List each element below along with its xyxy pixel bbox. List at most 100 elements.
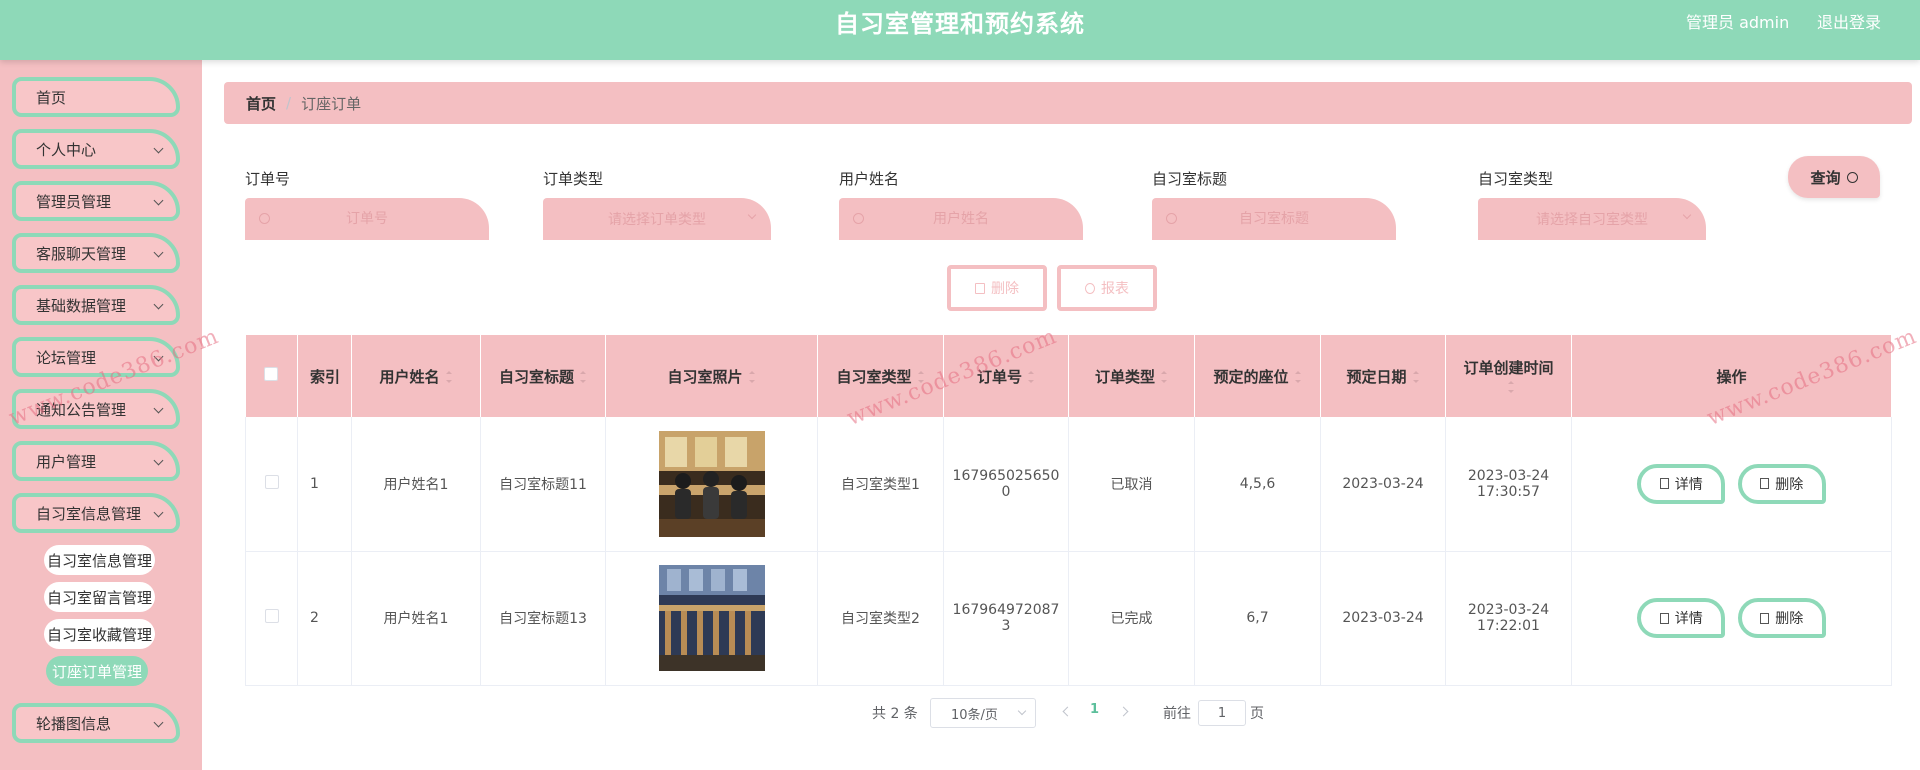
logout-link[interactable]: 退出登录: [1817, 9, 1881, 33]
cell-order-no: 1679650256500: [943, 417, 1069, 552]
chevron-down-icon: [153, 299, 164, 310]
chevron-down-icon: [153, 717, 164, 728]
sort-icon[interactable]: [1294, 371, 1302, 383]
sidebar-item-forum[interactable]: 论坛管理: [12, 337, 180, 377]
page-unit-label: 页: [1250, 706, 1264, 722]
sidebar-subitem-room-messages[interactable]: 自习室留言管理: [44, 582, 156, 612]
chevron-down-icon: [1682, 210, 1692, 220]
sort-icon[interactable]: [1508, 381, 1515, 393]
prev-page-icon[interactable]: [1062, 706, 1073, 717]
sidebar-item-label: 轮播图信息: [36, 714, 112, 733]
chevron-down-icon: [1017, 706, 1027, 716]
row-checkbox[interactable]: [264, 609, 279, 623]
sidebar-item-home[interactable]: 首页: [12, 77, 180, 117]
table-row: 2 用户姓名1 自习室标题13 自习室类型2 1679649720873 已完成…: [245, 551, 1892, 686]
breadcrumb: 首页 / 订座订单: [224, 82, 1912, 124]
batch-delete-button[interactable]: 删除: [947, 265, 1047, 311]
sidebar-item-label: 论坛管理: [36, 348, 97, 367]
next-page-icon[interactable]: [1118, 706, 1129, 717]
cell-index: 1: [297, 417, 352, 552]
detail-button[interactable]: 详情: [1637, 463, 1726, 504]
filter-label-order-no: 订单号: [245, 170, 291, 188]
sort-icon[interactable]: [1028, 371, 1035, 383]
order-no-input[interactable]: [245, 198, 489, 240]
cell-user: 用户姓名1: [351, 417, 481, 552]
room-title-field[interactable]: [1152, 211, 1396, 227]
query-button[interactable]: 查询: [1788, 156, 1880, 198]
page-size-select[interactable]: 10条/页: [930, 698, 1036, 728]
admin-label: 管理员 admin: [1686, 13, 1790, 32]
user-name-field[interactable]: [839, 211, 1083, 227]
filter-label-order-type: 订单类型: [543, 170, 604, 188]
page-size-label: 10条/页: [951, 707, 998, 723]
sort-icon[interactable]: [445, 371, 453, 383]
document-icon: [1659, 612, 1669, 624]
sidebar-subitem-seat-orders[interactable]: 订座订单管理: [46, 656, 149, 686]
col-header-seats[interactable]: 预定的座位: [1194, 335, 1321, 417]
user-name-input[interactable]: [839, 198, 1083, 240]
sidebar-item-users[interactable]: 用户管理: [12, 441, 180, 481]
sort-icon[interactable]: [1412, 371, 1420, 383]
chevron-down-icon: [153, 403, 164, 414]
col-header-user[interactable]: 用户姓名: [351, 335, 481, 417]
sidebar: 首页 个人中心 管理员管理 客服聊天管理 基础数据管理 论坛管理 通知公告管理 …: [0, 60, 202, 770]
chevron-down-icon: [153, 195, 164, 206]
sort-icon[interactable]: [748, 371, 756, 383]
cell-photo: [605, 551, 818, 686]
order-no-field[interactable]: [245, 211, 489, 227]
sidebar-item-basic-data[interactable]: 基础数据管理: [12, 285, 180, 325]
col-header-label: 订单类型: [1094, 367, 1155, 386]
col-header-label: 订单创建时间: [1463, 358, 1554, 377]
cell-title: 自习室标题13: [480, 551, 606, 686]
orders-table: 索引 用户姓名 自习室标题 自习室照片 自习室类型 订单号 订单类型 预定的座位…: [245, 335, 1892, 686]
col-header-created[interactable]: 订单创建时间: [1445, 335, 1572, 417]
table-header-row: 索引 用户姓名 自习室标题 自习室照片 自习室类型 订单号 订单类型 预定的座位…: [245, 335, 1892, 417]
breadcrumb-home[interactable]: 首页: [246, 93, 276, 114]
col-header-label: 预定日期: [1346, 367, 1407, 386]
cell-type: 自习室类型1: [817, 417, 944, 552]
room-type-select[interactable]: 请选择自习室类型: [1478, 198, 1706, 240]
sidebar-item-chat-management[interactable]: 客服聊天管理: [12, 233, 180, 273]
col-header-label: 自习室标题: [498, 367, 574, 386]
sidebar-subitem-room-favorites[interactable]: 自习室收藏管理: [44, 619, 156, 649]
detail-button[interactable]: 详情: [1637, 598, 1726, 638]
order-type-select[interactable]: 请选择订单类型: [543, 198, 771, 240]
col-header-label: 预定的座位: [1213, 367, 1289, 386]
sort-icon[interactable]: [1161, 371, 1168, 383]
col-header-type[interactable]: 自习室类型: [817, 335, 944, 417]
col-header-title[interactable]: 自习室标题: [480, 335, 606, 417]
sidebar-item-room-info[interactable]: 自习室信息管理: [12, 493, 180, 533]
chevron-down-icon: [153, 351, 164, 362]
pie-chart-icon: [1085, 282, 1095, 294]
room-title-input[interactable]: [1152, 198, 1396, 240]
breadcrumb-current: 订座订单: [301, 94, 362, 113]
delete-button[interactable]: 删除: [1737, 598, 1826, 638]
page-jump-input[interactable]: [1198, 700, 1246, 726]
col-header-order-no[interactable]: 订单号: [943, 335, 1069, 417]
cell-photo: [605, 417, 818, 552]
col-header-actions: 操作: [1571, 335, 1892, 417]
page-number-1[interactable]: 1: [1090, 702, 1099, 717]
sort-icon[interactable]: [580, 371, 587, 383]
filter-label-room-type: 自习室类型: [1478, 170, 1554, 188]
row-checkbox[interactable]: [264, 474, 279, 489]
col-header-photo[interactable]: 自习室照片: [605, 335, 818, 417]
col-header-order-type[interactable]: 订单类型: [1068, 335, 1195, 417]
cell-date: 2023-03-24: [1320, 551, 1446, 686]
sidebar-item-admin-management[interactable]: 管理员管理: [12, 181, 180, 221]
room-photo: [658, 565, 765, 671]
delete-button[interactable]: 删除: [1737, 463, 1826, 504]
sidebar-item-carousel[interactable]: 轮播图信息: [12, 703, 180, 743]
cell-date: 2023-03-24: [1320, 417, 1446, 552]
cell-index: 2: [297, 551, 352, 686]
col-header-label: 自习室照片: [667, 367, 743, 386]
sidebar-item-notice[interactable]: 通知公告管理: [12, 389, 180, 429]
col-header-date[interactable]: 预定日期: [1320, 335, 1446, 417]
sidebar-item-personal-center[interactable]: 个人中心: [12, 129, 180, 169]
sidebar-subitem-room-info[interactable]: 自习室信息管理: [44, 545, 156, 575]
row-select-cell: [245, 551, 298, 686]
report-button[interactable]: 报表: [1057, 265, 1157, 311]
sort-icon[interactable]: [917, 371, 925, 383]
select-all-checkbox[interactable]: [264, 367, 279, 381]
cell-type: 自习室类型2: [817, 551, 944, 686]
